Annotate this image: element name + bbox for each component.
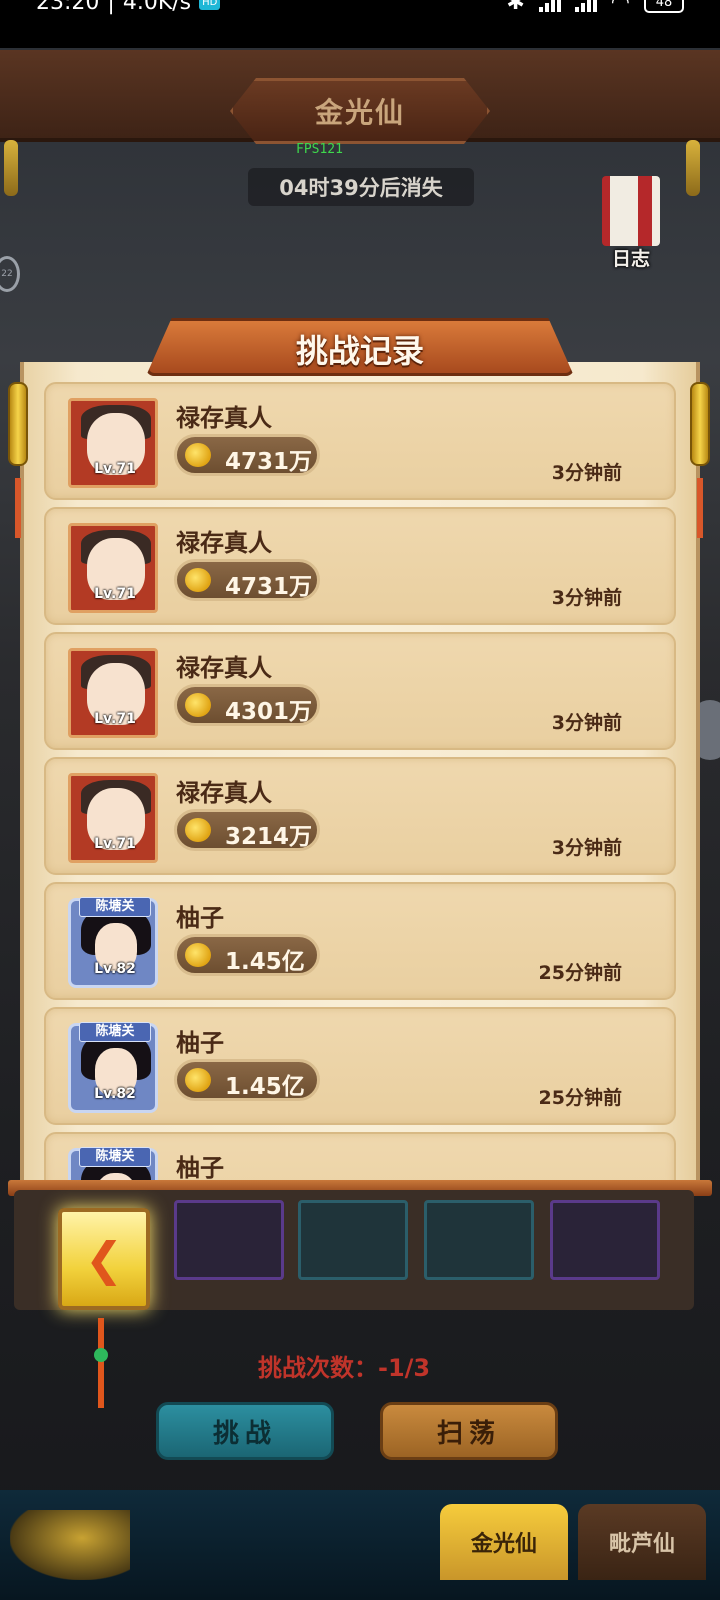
log-button[interactable]: 日志 [598,176,664,270]
stage-title: 金光仙 [230,78,490,144]
player-name: 禄存真人 [176,529,272,557]
player-level: Lv.82 [94,1086,136,1102]
ginkgo-leaf-icon [10,1510,130,1580]
log-label: 日志 [611,248,650,270]
record-time: 25分钟前 [538,962,622,984]
combat-power-icon [185,693,211,717]
player-name: 柚子 [176,1154,224,1182]
record-row[interactable]: Lv.71 禄存真人 3214万 3分钟前 [44,757,676,875]
player-name: 禄存真人 [176,779,272,807]
status-bar: 23:20 | 4.0K/s HD ✱ ◠ 48 [0,0,720,48]
player-name: 禄存真人 [176,404,272,432]
power-badge: 1.45亿 [174,934,320,976]
combat-power-icon [185,443,211,467]
record-time: 3分钟前 [551,712,622,734]
player-level: Lv.71 [94,461,136,477]
power-value: 4731万 [225,449,313,475]
player-name: 禄存真人 [176,654,272,682]
player-level: Lv.71 [94,836,136,852]
combat-power-icon [185,1068,211,1092]
status-right: ✱ ◠ 48 [506,0,684,15]
hd-badge: HD [199,0,221,10]
record-row[interactable]: 陈塘关 Lv.82 柚子 1.45亿 25分钟前 [44,1007,676,1125]
record-time: 25分钟前 [538,1087,622,1109]
status-divider: | [107,0,115,15]
faction-badge: 陈塘关 [79,1147,151,1167]
player-name: 柚子 [176,1029,224,1057]
record-row[interactable]: Lv.71 禄存真人 4731万 3分钟前 [44,507,676,625]
power-badge: 1.45亿 [174,1059,320,1101]
bluetooth-icon: ✱ [506,0,525,15]
power-value: 4731万 [225,574,313,600]
player-level: Lv.71 [94,586,136,602]
signal-icon-2 [574,0,597,12]
power-badge: 4731万 [174,434,320,476]
player-level: Lv.82 [94,961,136,977]
faction-badge: 陈塘关 [79,1022,151,1042]
player-avatar[interactable]: 陈塘关 Lv.82 [68,1022,158,1113]
scroll-rod-left-icon [8,382,28,466]
player-level: Lv.71 [94,711,136,727]
fps-counter: FPS121 [296,142,343,157]
countdown-timer: 04时39分后消失 [248,168,474,206]
signal-icon [538,0,561,12]
challenge-count: 挑战次数：-1/3 [258,1354,431,1382]
record-row[interactable]: Lv.71 禄存真人 4301万 3分钟前 [44,632,676,750]
reward-slot[interactable] [174,1200,284,1280]
record-row[interactable]: Lv.71 禄存真人 4731万 3分钟前 [44,382,676,500]
combat-power-icon [185,943,211,967]
network-speed: 4.0K/s [122,0,192,15]
reward-slot[interactable] [550,1200,660,1280]
power-value: 1.45亿 [225,1074,305,1100]
challenge-button[interactable]: 挑战 [156,1402,334,1460]
lantern-bead [94,1348,108,1362]
sweep-button[interactable]: 扫荡 [380,1402,558,1460]
back-arrow-icon: ❮ [84,1232,124,1286]
scroll-rod-right-icon [690,382,710,466]
lantern-left-icon [4,140,18,196]
combat-power-icon [185,568,211,592]
record-row[interactable]: 陈塘关 Lv.82 柚子 1.45亿 25分钟前 [44,882,676,1000]
player-avatar[interactable]: 陈塘关 Lv.82 [68,897,158,988]
record-time: 3分钟前 [551,587,622,609]
lantern-right-icon [686,140,700,196]
scroll-tassel-left [15,478,21,538]
power-badge: 4301万 [174,684,320,726]
status-time: 23:20 [36,0,100,15]
battery-icon: 48 [644,0,684,13]
power-value: 1.45亿 [225,949,305,975]
power-badge: 3214万 [174,809,320,851]
tab-piluxian[interactable]: 毗芦仙 [578,1504,706,1580]
power-badge: 4731万 [174,559,320,601]
player-avatar[interactable]: Lv.71 [68,773,158,863]
scroll-tassel-right [697,478,703,538]
log-book-icon [602,176,660,246]
player-avatar[interactable]: Lv.71 [68,523,158,613]
lantern-string [98,1318,104,1408]
player-avatar[interactable]: Lv.71 [68,398,158,488]
tab-jinguangxian[interactable]: 金光仙 [440,1504,568,1580]
power-value: 3214万 [225,824,313,850]
faction-badge: 陈塘关 [79,897,151,917]
back-button[interactable]: ❮ [58,1208,150,1310]
player-name: 柚子 [176,904,224,932]
power-value: 4301万 [225,699,313,725]
reward-slot[interactable] [424,1200,534,1280]
record-time: 3分钟前 [551,462,622,484]
player-avatar[interactable]: Lv.71 [68,648,158,738]
record-list[interactable]: Lv.71 禄存真人 4731万 3分钟前 Lv.71 禄存真人 4731万 3… [44,378,676,1190]
combat-power-icon [185,818,211,842]
reward-slot-coin-icon[interactable] [298,1200,408,1280]
wifi-icon: ◠ [610,0,630,15]
status-left: 23:20 | 4.0K/s HD [36,0,221,15]
record-time: 3分钟前 [551,837,622,859]
panel-title: 挑战记录 [295,332,424,370]
